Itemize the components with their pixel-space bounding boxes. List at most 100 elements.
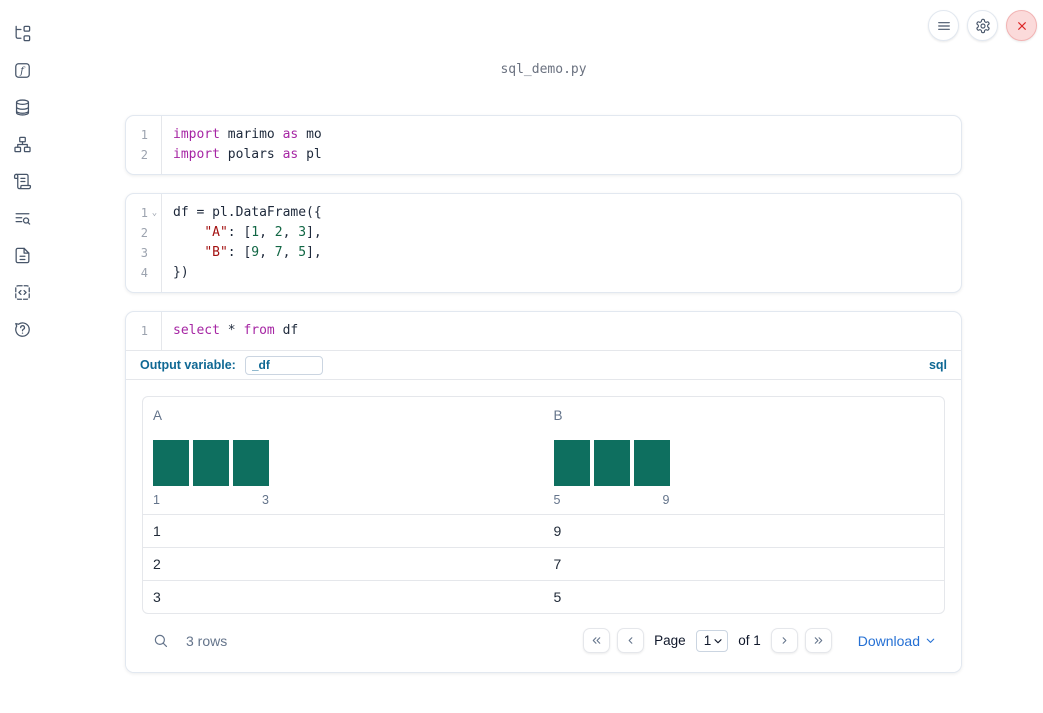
download-label: Download — [857, 632, 920, 649]
list-search-icon — [15, 212, 30, 225]
code-editor[interactable]: 1 import marimo as mo 2 import polars as pl — [126, 116, 961, 174]
code-line[interactable]: 3 "B": [9, 7, 5], — [126, 243, 961, 263]
column-header-A[interactable]: A13 — [143, 397, 544, 514]
row-count-label: 3 rows — [186, 632, 228, 649]
search-icon — [154, 634, 168, 647]
histogram-bar[interactable] — [633, 440, 670, 486]
column-header-B[interactable]: B59 — [544, 397, 945, 514]
line-number: 1 — [140, 128, 148, 142]
chevrons-left-icon — [592, 637, 601, 644]
table-body: 192735 — [143, 514, 944, 613]
first-page-button[interactable] — [583, 628, 611, 653]
left-sidebar: f — [0, 0, 44, 713]
sql-language-badge: sql — [928, 358, 947, 372]
output-variable-input[interactable] — [244, 355, 323, 375]
topbar-controls — [928, 10, 1037, 41]
sidebar-item-table-of-contents[interactable] — [12, 208, 32, 228]
next-page-button[interactable] — [770, 628, 798, 653]
sidebar-item-scratchpad[interactable]: f — [12, 60, 32, 80]
code-cell-dataframe: 1 ⌄ df = pl.DataFrame({2 "A": [1, 2, 3], 3 … — [125, 193, 962, 293]
line-number: 4 — [140, 266, 148, 280]
histogram-bar[interactable] — [193, 440, 229, 486]
output-variable-row: Output variable: sql — [126, 350, 961, 379]
line-number: 2 — [140, 226, 148, 240]
scroll-icon — [13, 173, 31, 189]
last-page-button[interactable] — [804, 628, 832, 653]
table-header-row: A13B59 — [143, 397, 944, 514]
table-cell: 1 — [153, 523, 161, 539]
chevrons-right-icon — [814, 637, 823, 644]
previous-page-button[interactable] — [617, 628, 645, 653]
output-variable-label: Output variable: — [140, 358, 236, 372]
settings-button[interactable] — [967, 10, 998, 41]
column-histogram: 59 — [553, 440, 670, 507]
line-number: 1 ⌄ — [126, 203, 161, 223]
sidebar-item-snippets[interactable] — [12, 282, 32, 302]
chevron-left-icon — [628, 637, 633, 644]
database-icon — [15, 98, 29, 116]
line-number: 2 — [140, 148, 148, 162]
notebook-filename[interactable]: sql_demo.py — [125, 62, 962, 77]
page-select[interactable]: 1 — [695, 629, 729, 652]
code-snippet-icon — [14, 284, 30, 300]
hist-min-label: 1 — [153, 493, 160, 507]
table-footer: 3 rows Page 1 of 1 Download — [142, 614, 945, 665]
histogram-bar[interactable] — [233, 440, 269, 486]
chevron-right-icon — [782, 637, 787, 644]
sidebar-item-data-sources[interactable] — [12, 97, 32, 117]
dataframe-table: A13B59 192735 — [142, 396, 945, 614]
sidebar-item-file-explorer[interactable] — [12, 23, 32, 43]
code-editor[interactable]: 1 select * from df — [126, 312, 961, 350]
code-line[interactable]: 2 import polars as pl — [126, 145, 961, 165]
chevron-down-icon — [714, 638, 722, 643]
document-icon — [15, 247, 29, 263]
network-graph-icon — [13, 136, 31, 152]
line-number: 1 — [140, 324, 148, 338]
sql-cell: 1select * from df Output variable: sql A… — [125, 311, 962, 673]
sidebar-item-help[interactable] — [12, 319, 32, 339]
code-line[interactable]: 1 ⌄ df = pl.DataFrame({ — [126, 203, 961, 223]
table-cell: 9 — [553, 523, 562, 539]
table-cell: 2 — [153, 556, 161, 572]
column-name: A — [153, 408, 163, 423]
histogram-bar[interactable] — [593, 440, 630, 486]
sidebar-item-dependencies[interactable] — [12, 134, 32, 154]
code-line[interactable]: 2 "A": [1, 2, 3], — [126, 223, 961, 243]
hist-max-label: 3 — [262, 493, 269, 507]
code-line[interactable]: 1 select * from df — [126, 321, 961, 341]
shutdown-button[interactable] — [1006, 10, 1037, 41]
column-histogram: 13 — [153, 440, 269, 507]
fold-chevron-icon[interactable]: ⌄ — [148, 204, 161, 222]
table-row: 27 — [143, 547, 944, 580]
chevron-down-icon — [926, 638, 935, 643]
file-tree-icon — [15, 25, 30, 41]
line-number: 3 — [140, 246, 148, 260]
svg-text:f: f — [19, 65, 26, 77]
cell-output-area: A13B59 192735 3 rows Page 1 of 1 Downloa… — [126, 379, 961, 672]
hamburger-icon — [937, 21, 950, 30]
menu-button[interactable] — [928, 10, 959, 41]
pagination-controls: Page 1 of 1 — [583, 628, 832, 653]
table-cell: 7 — [553, 556, 562, 572]
download-button[interactable]: Download — [858, 633, 937, 649]
code-line[interactable]: 1 import marimo as mo — [126, 125, 961, 145]
sidebar-item-documentation[interactable] — [12, 245, 32, 265]
code-line[interactable]: 4}) — [126, 263, 961, 283]
histogram-bar[interactable] — [153, 440, 189, 486]
page-label: Page — [654, 633, 686, 648]
help-bubble-icon — [14, 321, 30, 337]
sidebar-item-logs[interactable] — [12, 171, 32, 191]
hist-max-label: 9 — [662, 493, 670, 507]
table-cell: 3 — [153, 589, 161, 605]
table-search-button[interactable] — [152, 632, 170, 650]
table-cell: 5 — [553, 589, 562, 605]
code-editor[interactable]: 1 ⌄ df = pl.DataFrame({2 "A": [1, 2, 3], 3 … — [126, 194, 961, 292]
hist-min-label: 5 — [553, 493, 561, 507]
code-cell-imports: 1 import marimo as mo 2 import polars as pl — [125, 115, 962, 175]
column-name: B — [553, 408, 563, 423]
gear-icon — [975, 18, 990, 33]
close-x-icon — [1017, 21, 1026, 30]
page-select-value: 1 — [703, 633, 712, 648]
histogram-bar[interactable] — [553, 440, 590, 486]
table-row: 19 — [143, 514, 944, 547]
